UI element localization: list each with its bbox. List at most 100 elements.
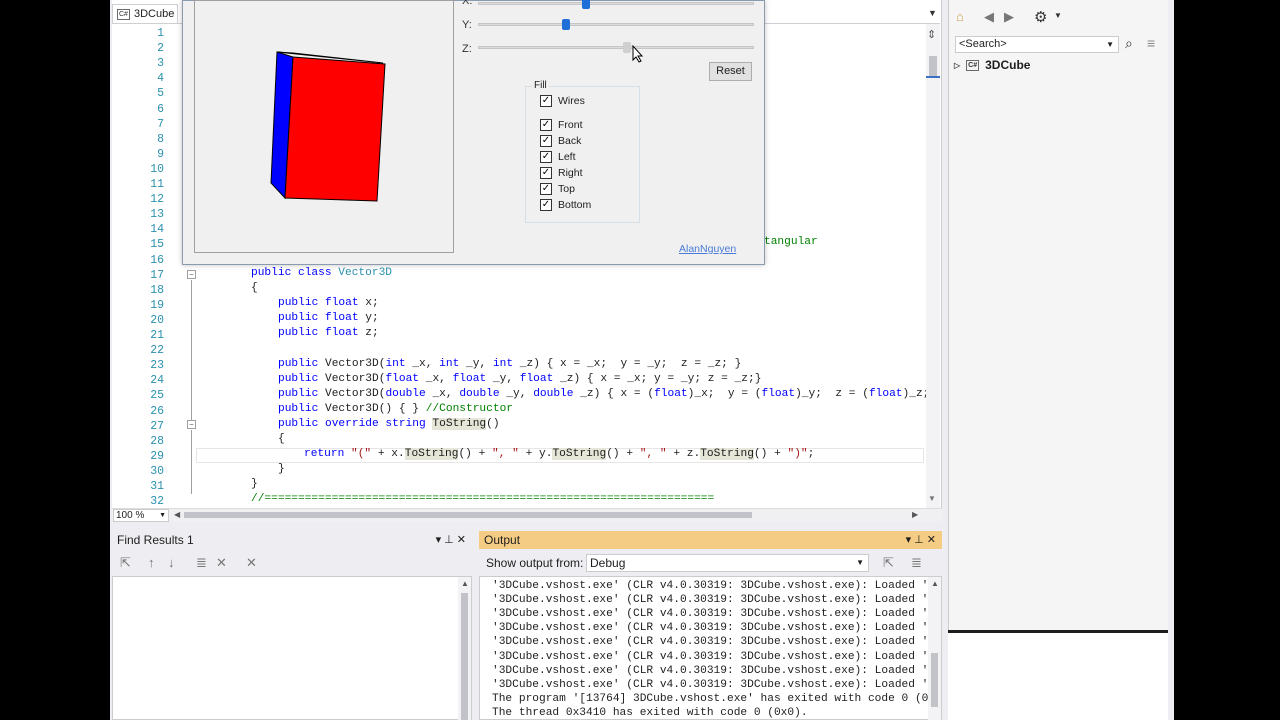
checkbox-right[interactable]: ✓ Right	[540, 167, 583, 179]
checkbox-checked-icon: ✓	[540, 135, 552, 147]
code-line-29: return "(" + x.ToString() + ", " + y.ToS…	[304, 448, 815, 460]
output-source-value: Debug	[590, 556, 626, 570]
mouse-cursor-icon	[632, 45, 644, 63]
find-results-scrollbar[interactable]: ▲	[458, 577, 471, 720]
slider-z-thumb[interactable]	[623, 42, 632, 53]
chevron-down-icon[interactable]: ▼	[1054, 11, 1062, 20]
outline-line	[191, 430, 192, 494]
stop-search-icon[interactable]: ✕	[246, 555, 257, 571]
slider-y-thumb[interactable]	[562, 19, 571, 30]
line-number: 7	[157, 117, 164, 131]
line-number: 11	[150, 178, 164, 191]
scroll-right-icon[interactable]: ▶	[912, 510, 918, 519]
chevron-down-icon[interactable]: ▼	[928, 8, 937, 18]
previous-location-icon[interactable]: ↑	[148, 555, 155, 570]
code-line-32: //======================================…	[251, 493, 715, 505]
solution-search-input[interactable]: <Search> ▼	[955, 36, 1119, 53]
clear-all-icon[interactable]: ≣	[196, 555, 207, 571]
caret-marker	[926, 76, 940, 78]
split-icon[interactable]: ⇕	[927, 28, 936, 41]
checkbox-checked-icon: ✓	[540, 183, 552, 195]
pane-controls-icon[interactable]: ▾ ⊥ ✕	[436, 531, 466, 549]
checkbox-label: Right	[558, 167, 583, 179]
options-icon[interactable]: ≡	[1147, 35, 1155, 51]
scroll-up-icon[interactable]: ▲	[931, 579, 939, 588]
back-icon[interactable]: ◀	[984, 9, 994, 25]
checkbox-top[interactable]: ✓ Top	[540, 183, 575, 195]
clear-all-icon[interactable]: ≣	[911, 555, 922, 571]
pane-controls-icon[interactable]: ▾ ⊥ ✕	[906, 531, 936, 549]
scroll-thumb[interactable]	[929, 56, 937, 76]
code-line-20: public float y;	[278, 312, 379, 324]
chevron-down-icon: ▼	[159, 512, 166, 519]
checkbox-wires[interactable]: ✓ Wires	[540, 95, 585, 107]
checkbox-label: Wires	[558, 95, 585, 107]
output-text[interactable]: '3DCube.vshost.exe' (CLR v4.0.30319: 3DC…	[479, 576, 942, 720]
output-line: '3DCube.vshost.exe' (CLR v4.0.30319: 3DC…	[492, 580, 936, 592]
scroll-down-icon[interactable]: ▼	[928, 494, 936, 503]
author-link[interactable]: AlanNguyen	[679, 243, 736, 255]
checkbox-front[interactable]: ✓ Front	[540, 119, 583, 131]
find-message-icon[interactable]: ⇱	[883, 555, 894, 571]
goto-location-icon[interactable]: ⇱	[120, 555, 131, 571]
scroll-thumb[interactable]	[461, 593, 468, 720]
checkbox-checked-icon: ✓	[540, 199, 552, 211]
code-line-30: }	[278, 463, 285, 475]
line-number: 24	[150, 374, 164, 388]
properties-panel	[948, 630, 1168, 720]
next-location-icon[interactable]: ↓	[168, 555, 175, 570]
project-node[interactable]: ▷ C# 3DCube	[954, 58, 1030, 72]
scroll-thumb[interactable]	[931, 653, 938, 707]
chevron-down-icon: ▼	[1106, 40, 1114, 49]
outline-line	[191, 280, 192, 428]
slider-y-track[interactable]	[478, 23, 754, 26]
output-line: '3DCube.vshost.exe' (CLR v4.0.30319: 3DC…	[492, 608, 936, 621]
horizontal-scroll-thumb[interactable]	[184, 512, 752, 518]
output-line: '3DCube.vshost.exe' (CLR v4.0.30319: 3DC…	[492, 622, 936, 635]
checkbox-label: Top	[558, 183, 575, 195]
code-line-23: public Vector3D(int _x, int _y, int _z) …	[278, 358, 742, 370]
output-line: The program '[13764] 3DCube.vshost.exe' …	[492, 692, 936, 705]
scroll-up-icon[interactable]: ▲	[461, 579, 469, 588]
output-line: The thread 0x3410 has exited with code 0…	[492, 706, 808, 719]
line-number: 22	[150, 344, 164, 358]
line-number-gutter: 1 2 3 4 5 6 7 8 9 10 11 12 13 14 15 16 17 18 19 20 21 22 23 24 2…	[128, 24, 164, 508]
slider-z-track[interactable]	[478, 46, 754, 49]
search-icon[interactable]: ⌕	[1125, 35, 1133, 52]
slider-x-track[interactable]	[478, 2, 754, 5]
cs-file-icon: C#	[117, 8, 130, 20]
editor-vertical-scrollbar[interactable]: ⇕ ▼	[926, 24, 940, 508]
slider-x-thumb[interactable]	[581, 0, 590, 9]
collapse-icon[interactable]: −	[187, 270, 196, 279]
solution-explorer-toolbar: ⌂ ◀ ▶ ⚙ ▼	[948, 6, 1168, 32]
code-fragment: tangular	[764, 236, 818, 248]
output-scrollbar[interactable]: ▲	[928, 577, 941, 720]
output-line: '3DCube.vshost.exe' (CLR v4.0.30319: 3DC…	[492, 678, 936, 691]
zoom-dropdown[interactable]: 100 % ▼	[113, 509, 169, 522]
line-number: 10	[150, 162, 164, 176]
background-edge	[1174, 0, 1280, 720]
code-line-28: {	[278, 433, 285, 445]
cube-canvas	[194, 0, 454, 253]
checkbox-back[interactable]: ✓ Back	[540, 135, 581, 147]
output-source-select[interactable]: Debug ▼	[586, 554, 869, 572]
home-icon[interactable]: ⌂	[956, 9, 964, 24]
line-number: 26	[150, 404, 164, 418]
find-results-list[interactable]	[112, 576, 472, 720]
output-line: '3DCube.vshost.exe' (CLR v4.0.30319: 3DC…	[492, 636, 936, 649]
reset-button[interactable]: Reset	[709, 62, 752, 81]
forward-icon[interactable]: ▶	[1004, 9, 1014, 25]
show-output-label: Show output from:	[486, 556, 584, 570]
collapse-icon[interactable]: −	[187, 420, 196, 429]
output-header[interactable]: Output ▾ ⊥ ✕	[479, 531, 942, 549]
line-number: 19	[150, 298, 164, 312]
checkbox-bottom[interactable]: ✓ Bottom	[540, 199, 591, 211]
expand-arrow-icon[interactable]: ▷	[954, 61, 960, 70]
editor-tab[interactable]: C# 3DCube	[112, 4, 178, 24]
close-icon[interactable]: ✕	[216, 555, 227, 571]
find-results-header[interactable]: Find Results 1 ▾ ⊥ ✕	[112, 531, 472, 549]
settings-gear-icon[interactable]: ⚙	[1034, 8, 1047, 26]
scroll-left-icon[interactable]: ◀	[174, 510, 180, 519]
line-number: 20	[150, 313, 164, 327]
checkbox-left[interactable]: ✓ Left	[540, 151, 576, 163]
